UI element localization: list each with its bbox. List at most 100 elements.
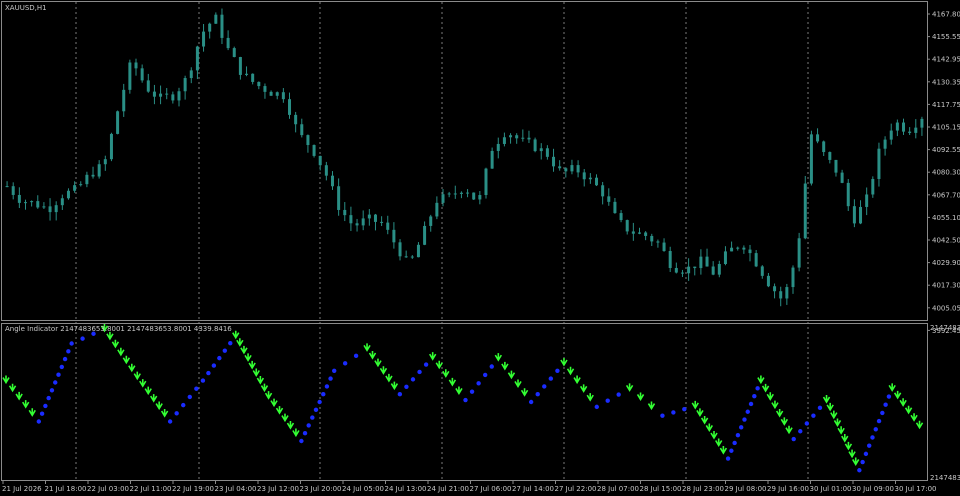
candle-body: [5, 186, 9, 188]
indicator-up-dot: [310, 415, 315, 420]
time-tick-label: 23 Jul 12:00: [257, 485, 299, 493]
price-tick-label: 4167.80: [932, 11, 960, 19]
candle-body: [809, 134, 813, 184]
candle-body: [490, 150, 494, 169]
indicator-up-dot: [616, 392, 621, 397]
candle-body: [171, 94, 175, 101]
candle-body: [472, 192, 476, 200]
indicator-up-dot: [886, 394, 892, 399]
candle-body: [91, 174, 95, 177]
indicator-up-dot: [313, 407, 319, 412]
candle-body: [337, 186, 341, 210]
candle-body: [380, 221, 384, 223]
indicator-up-dot: [417, 369, 422, 375]
indicator-up-dot: [317, 399, 322, 405]
candle-body: [852, 206, 856, 224]
indicator-up-dot: [80, 336, 85, 341]
indicator-up-dot: [62, 356, 68, 362]
candle-body: [619, 213, 623, 221]
candle-body: [97, 164, 101, 177]
candle-body: [496, 143, 500, 151]
indicator-up-dot: [605, 398, 610, 403]
candle-body: [36, 201, 40, 208]
indicator-up-dot: [324, 384, 330, 389]
candle-body: [257, 81, 261, 87]
indicator-up-dot: [217, 355, 222, 361]
candle-body: [324, 165, 328, 176]
indicator-up-dot: [66, 349, 71, 354]
indicator-up-dot: [321, 392, 326, 397]
candle-body: [754, 253, 758, 267]
indicator-up-dot: [876, 418, 882, 424]
indicator-up-dot: [69, 341, 74, 346]
candle-body: [48, 206, 52, 213]
price-tick-label: 4029.90: [932, 259, 960, 267]
candle-body: [128, 62, 132, 90]
candle-body: [410, 256, 414, 258]
candle-body: [330, 175, 334, 187]
indicator-up-dot: [299, 438, 304, 444]
indicator-up-dot: [211, 363, 217, 368]
candle-body: [674, 267, 678, 273]
indicator-up-dot: [791, 436, 796, 442]
candle-body: [803, 183, 807, 239]
candle-body: [668, 251, 672, 268]
candle-body: [834, 159, 838, 173]
candle-body: [656, 241, 660, 243]
candle-body: [705, 256, 709, 267]
candle-body: [502, 137, 506, 144]
candle-body: [877, 148, 881, 179]
time-tick-label: 27 Jul 22:00: [555, 485, 597, 493]
indicator-axis-bottom-label: 2147483653: [930, 474, 960, 482]
candle-body: [288, 99, 292, 115]
candle-body: [521, 137, 525, 139]
indicator-up-dot: [748, 401, 754, 407]
candle-body: [779, 291, 783, 299]
indicator-up-dot: [857, 468, 862, 473]
candle-body: [730, 247, 734, 252]
candle-body: [66, 190, 70, 199]
time-tick-label: 21 Jul 18:00: [45, 485, 87, 493]
candle-body: [822, 141, 826, 153]
indicator-up-dot: [739, 425, 744, 430]
price-axis: 4167.80 4155.55 4142.95 4130.35 4117.75 4105.…: [927, 11, 960, 335]
candle-body: [453, 193, 457, 195]
candle-body: [398, 242, 402, 257]
candle-body: [791, 267, 795, 288]
indicator-up-dot: [404, 384, 409, 389]
indicator-up-dot: [732, 440, 737, 446]
candle-body: [300, 124, 304, 136]
candle-body: [263, 86, 267, 92]
indicator-up-dot: [353, 353, 359, 359]
candle-body: [165, 93, 169, 95]
candle-body: [152, 91, 156, 97]
candle-body: [545, 148, 549, 157]
candle-body: [785, 287, 789, 299]
price-chart[interactable]: XAUUSD,H1 Angle Indicator 2147483653.800…: [0, 0, 960, 496]
candle-body: [607, 196, 611, 202]
candle-body: [595, 177, 599, 186]
candle-body: [914, 127, 918, 133]
candle-body: [527, 137, 531, 140]
time-tick-label: 23 Jul 20:00: [300, 485, 342, 493]
candle-body: [816, 134, 820, 142]
candle-body: [662, 242, 666, 252]
candle-body: [889, 130, 893, 140]
candle-body: [11, 186, 15, 195]
indicator-up-dot: [397, 392, 403, 397]
indicator-up-dot: [880, 410, 885, 416]
candle-body: [650, 235, 654, 242]
candle-body: [116, 111, 120, 134]
indicator-up-dot: [410, 377, 416, 382]
indicator-up-dot: [811, 413, 816, 418]
time-tick-label: 21 Jul 2026: [2, 485, 42, 493]
price-tick-label: 4067.70: [932, 191, 960, 199]
candle-body: [159, 93, 163, 97]
indicator-up-dot: [46, 395, 51, 401]
candle-body: [484, 168, 488, 196]
indicator-up-dot: [59, 364, 64, 370]
time-tick-label: 28 Jul 23:00: [682, 485, 724, 493]
indicator-up-dot: [43, 403, 48, 409]
candle-body: [349, 215, 353, 224]
price-tick-label: 4017.30: [932, 282, 960, 290]
